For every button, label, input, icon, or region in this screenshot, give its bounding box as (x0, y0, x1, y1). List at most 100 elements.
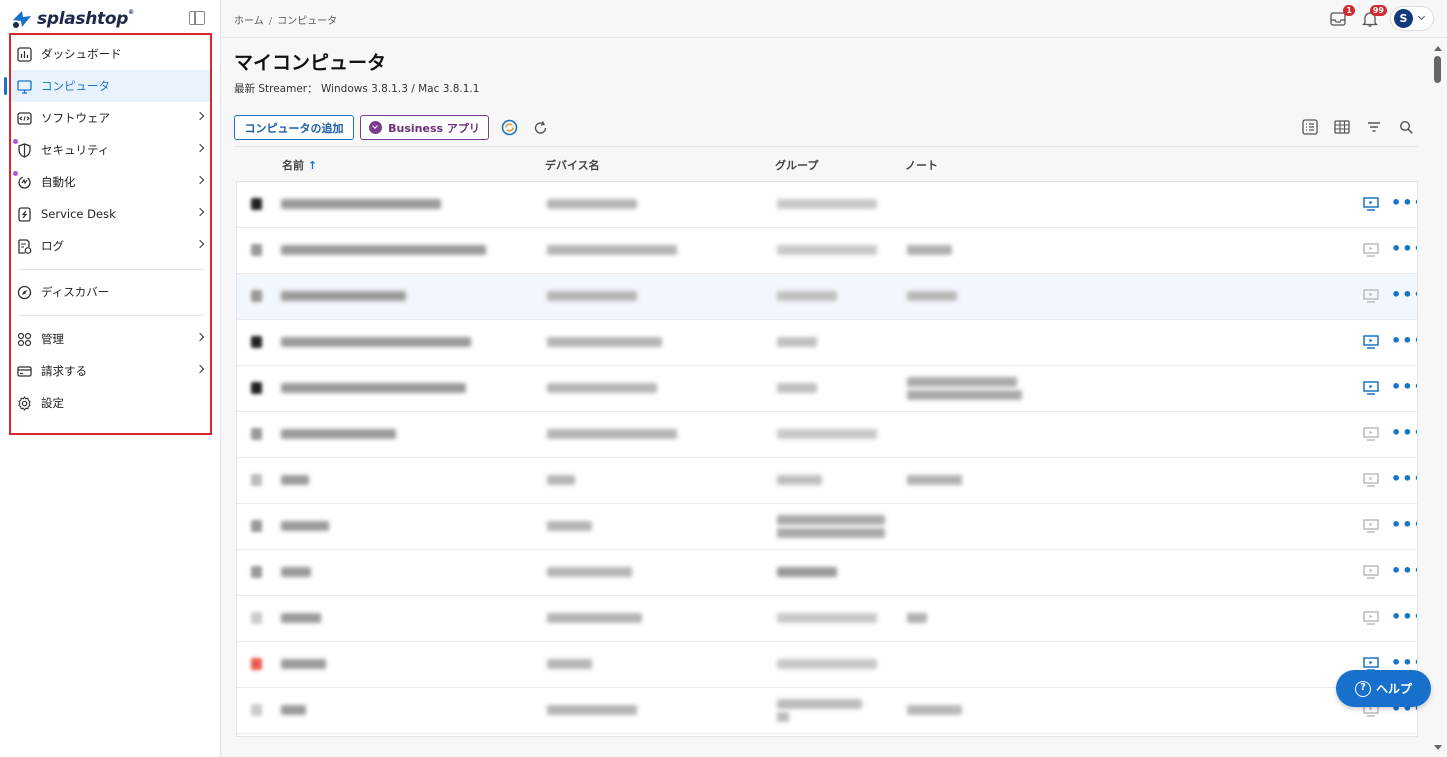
sidebar-item-automation[interactable]: 自動化 (11, 166, 210, 198)
sync-button[interactable] (500, 118, 518, 136)
computer-name-blurred (281, 659, 326, 669)
sidebar-item-management[interactable]: 管理 (11, 323, 210, 355)
remote-connect-icon[interactable] (1363, 657, 1379, 671)
sidebar-item-label: セキュリティ (41, 143, 110, 157)
help-button[interactable]: ? ヘルプ (1336, 670, 1431, 707)
sidebar-item-settings[interactable]: 設定 (11, 387, 210, 419)
remote-connect-icon[interactable] (1363, 427, 1379, 441)
more-icon[interactable]: ••• (1391, 517, 1417, 533)
add-computer-button[interactable]: コンピュータの追加 (234, 115, 354, 140)
chevron-right-icon (195, 239, 205, 249)
remote-connect-icon[interactable] (1363, 519, 1379, 533)
more-icon[interactable]: ••• (1391, 287, 1417, 303)
business-app-button[interactable]: Business アプリ (360, 115, 489, 140)
column-device[interactable]: デバイス名 (545, 157, 600, 173)
sidebar-item-service-desk[interactable]: Service Desk (11, 198, 210, 230)
more-icon[interactable]: ••• (1391, 563, 1417, 579)
more-icon[interactable]: ••• (1391, 195, 1417, 211)
sidebar-item-computers[interactable]: コンピュータ (11, 70, 210, 102)
table-row[interactable]: ••• (237, 642, 1417, 688)
remote-connect-icon[interactable] (1363, 243, 1379, 257)
remote-connect-icon[interactable] (1363, 473, 1379, 487)
chevron-right-icon (195, 143, 205, 153)
nav-divider (19, 269, 204, 270)
table-row[interactable]: ••• (237, 228, 1417, 274)
more-icon[interactable]: ••• (1391, 655, 1417, 671)
scrollbar[interactable] (1431, 40, 1443, 757)
computer-name-blurred (281, 613, 321, 623)
device-name-blurred (547, 613, 642, 623)
sidebar-item-billing[interactable]: 請求する (11, 355, 210, 387)
column-note[interactable]: ノート (905, 157, 938, 173)
device-name-blurred (547, 337, 662, 347)
scroll-up-icon[interactable] (1434, 46, 1442, 51)
os-icon (251, 244, 262, 256)
inbox-badge: 1 (1343, 5, 1355, 16)
sidebar-item-software[interactable]: ソフトウェア (11, 102, 210, 134)
table-row[interactable]: ••• (237, 274, 1417, 320)
device-name-blurred (547, 567, 632, 577)
grid-view-button[interactable] (1333, 118, 1351, 136)
more-icon[interactable]: ••• (1391, 609, 1417, 625)
nav-divider (19, 315, 204, 316)
filter-button[interactable] (1365, 118, 1383, 136)
user-menu[interactable]: S (1390, 6, 1434, 31)
os-icon (251, 612, 262, 624)
breadcrumb-home[interactable]: ホーム (234, 16, 264, 27)
remote-connect-icon[interactable] (1363, 565, 1379, 579)
sidebar-collapse-icon[interactable] (189, 11, 205, 25)
more-icon[interactable]: ••• (1391, 379, 1417, 395)
table-row[interactable]: ••• (237, 504, 1417, 550)
scroll-thumb[interactable] (1434, 56, 1441, 83)
column-name[interactable]: 名前 ↑ (282, 157, 317, 173)
computer-name-blurred (281, 429, 396, 439)
table-row[interactable]: ••• (237, 182, 1417, 228)
page-title: マイコンピュータ (234, 52, 387, 74)
sidebar-item-dashboard[interactable]: ダッシュボード (11, 38, 210, 70)
remote-connect-icon[interactable] (1363, 381, 1379, 395)
device-name-blurred (547, 429, 677, 439)
remote-connect-icon[interactable] (1363, 197, 1379, 211)
os-icon (251, 474, 262, 486)
notifications-button[interactable]: 99 (1361, 5, 1387, 28)
table-row[interactable]: ••• (237, 320, 1417, 366)
computer-name-blurred (281, 705, 306, 715)
sidebar-item-discover[interactable]: ディスカバー (11, 276, 210, 308)
note-blurred (907, 377, 1017, 387)
table-row[interactable]: ••• (237, 550, 1417, 596)
sidebar-item-label: ディスカバー (41, 285, 110, 299)
sidebar-nav: ダッシュボード コンピュータ ソフトウェア セキュリティ 自動化 Service… (9, 33, 212, 435)
more-icon[interactable]: ••• (1391, 471, 1417, 487)
chevron-right-icon (195, 364, 205, 374)
table-row[interactable]: ••• (237, 366, 1417, 412)
remote-connect-icon[interactable] (1363, 289, 1379, 303)
service-desk-icon (16, 206, 32, 222)
group-blurred (777, 245, 877, 255)
remote-connect-icon[interactable] (1363, 611, 1379, 625)
group-blurred (777, 613, 877, 623)
list-view-button[interactable] (1301, 118, 1319, 136)
remote-connect-icon[interactable] (1363, 335, 1379, 349)
inbox-button[interactable]: 1 (1329, 5, 1355, 28)
scroll-down-icon[interactable] (1434, 745, 1442, 750)
sidebar-item-security[interactable]: セキュリティ (11, 134, 210, 166)
table-row[interactable]: ••• (237, 412, 1417, 458)
table-row[interactable]: ••• (237, 688, 1417, 734)
more-icon[interactable]: ••• (1391, 333, 1417, 349)
sidebar-item-log[interactable]: ログ (11, 230, 210, 262)
os-icon (251, 566, 262, 578)
note-blurred (907, 613, 927, 623)
table-row[interactable]: ••• (237, 458, 1417, 504)
os-icon (251, 336, 262, 348)
column-group[interactable]: グループ (775, 157, 818, 173)
computer-name-blurred (281, 245, 486, 255)
group-blurred (777, 199, 877, 209)
search-button[interactable] (1397, 118, 1415, 136)
refresh-button[interactable] (531, 118, 549, 136)
note-blurred (907, 475, 962, 485)
automation-icon (13, 171, 32, 190)
top-bar: ホーム / コンピュータ 1 99 S (222, 0, 1447, 38)
more-icon[interactable]: ••• (1391, 425, 1417, 441)
table-row[interactable]: ••• (237, 596, 1417, 642)
more-icon[interactable]: ••• (1391, 241, 1417, 257)
